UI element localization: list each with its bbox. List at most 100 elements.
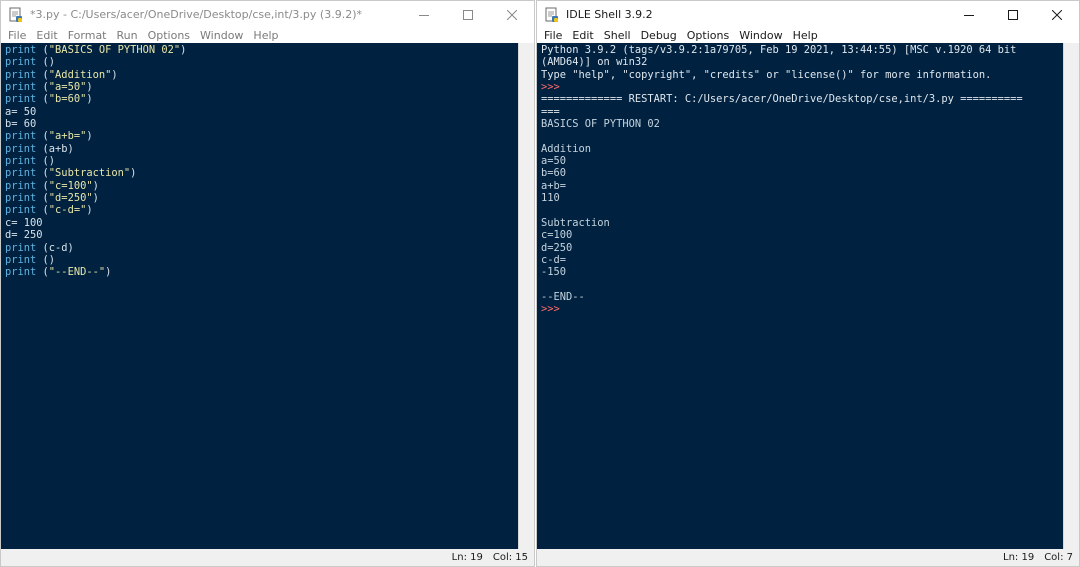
keyword-token: print	[5, 81, 37, 94]
menu-run[interactable]: Run	[112, 29, 143, 42]
shell-line: Addition	[541, 142, 592, 155]
keyword-token: print	[5, 192, 37, 205]
string-token: "d=250"	[48, 192, 93, 205]
string-token: "Subtraction"	[48, 167, 131, 180]
code-token: a= 50	[5, 105, 37, 118]
string-token: "a=50"	[48, 81, 87, 94]
code-line: print ()	[5, 56, 518, 68]
minimize-icon	[964, 14, 974, 16]
window-title: IDLE Shell 3.9.2	[566, 8, 653, 21]
code-token: )	[86, 130, 93, 143]
code-token: )	[92, 192, 99, 205]
code-token: (	[36, 266, 49, 279]
maximize-icon	[1008, 9, 1018, 20]
keyword-token: print	[5, 167, 37, 180]
vertical-scrollbar[interactable]	[1063, 43, 1079, 549]
menu-file[interactable]: File	[3, 29, 31, 42]
code-token: (	[36, 167, 49, 180]
code-token: d= 250	[5, 229, 43, 242]
code-token: (	[36, 68, 49, 81]
window-controls	[402, 1, 534, 28]
menu-edit[interactable]: Edit	[567, 29, 598, 42]
code-line: a= 50	[5, 106, 518, 118]
code-line: print ("b=60")	[5, 93, 518, 105]
shell-line: BASICS OF PYTHON 02	[541, 118, 660, 131]
code-line: print ("d=250")	[5, 192, 518, 204]
close-button[interactable]	[490, 1, 534, 28]
maximize-button[interactable]	[446, 1, 490, 28]
code-line: print ("a+b=")	[5, 130, 518, 142]
menu-debug[interactable]: Debug	[636, 29, 682, 42]
code-line: print ("Addition")	[5, 69, 518, 81]
code-line: print ("BASICS OF PYTHON 02")	[5, 44, 518, 56]
code-line: print ("c=100")	[5, 180, 518, 192]
window-controls	[947, 1, 1079, 28]
menu-help[interactable]: Help	[788, 29, 823, 42]
code-line: print (c-d)	[5, 242, 518, 254]
code-editor-area[interactable]: print ("BASICS OF PYTHON 02") print () pri…	[1, 43, 534, 549]
shell-line: --END--	[541, 290, 585, 303]
editor-titlebar[interactable]: *3.py - C:/Users/acer/OneDrive/Desktop/c…	[1, 1, 534, 28]
menu-file[interactable]: File	[539, 29, 567, 42]
maximize-button[interactable]	[991, 1, 1035, 28]
menu-help[interactable]: Help	[248, 29, 283, 42]
menu-format[interactable]: Format	[63, 29, 112, 42]
shell-line: ===	[541, 105, 560, 118]
code-token: )	[105, 266, 112, 279]
vertical-scrollbar[interactable]	[518, 43, 534, 549]
menu-window[interactable]: Window	[195, 29, 248, 42]
shell-output-area[interactable]: Python 3.9.2 (tags/v3.9.2:1a79705, Feb 1…	[537, 43, 1079, 549]
keyword-token: print	[5, 253, 37, 266]
code-line: c= 100	[5, 217, 518, 229]
code-token: (c-d)	[36, 241, 74, 254]
string-token: "a+b="	[48, 130, 87, 143]
shell-line: 110	[541, 192, 560, 205]
code-token: c= 100	[5, 216, 43, 229]
code-token: ()	[36, 253, 56, 266]
menu-shell[interactable]: Shell	[599, 29, 636, 42]
keyword-token: print	[5, 266, 37, 279]
code-token: )	[130, 167, 137, 180]
keyword-token: print	[5, 204, 37, 217]
string-token: "c=100"	[48, 179, 93, 192]
shell-titlebar[interactable]: IDLE Shell 3.9.2	[537, 1, 1079, 28]
code-token: )	[86, 81, 93, 94]
keyword-token: print	[5, 179, 37, 192]
keyword-token: print	[5, 93, 37, 106]
column-number: Col: 15	[492, 552, 528, 563]
keyword-token: print	[5, 155, 37, 168]
menu-options[interactable]: Options	[682, 29, 734, 42]
code-token: (	[36, 93, 49, 106]
minimize-button[interactable]	[947, 1, 991, 28]
minimize-icon	[419, 14, 429, 16]
keyword-token: print	[5, 130, 37, 143]
close-icon	[507, 9, 517, 20]
shell-line: (AMD64)] on win32	[541, 56, 648, 69]
minimize-button[interactable]	[402, 1, 446, 28]
code-text[interactable]: print ("BASICS OF PYTHON 02") print () pri…	[5, 44, 518, 549]
code-token: (	[36, 81, 49, 94]
menu-edit[interactable]: Edit	[31, 29, 62, 42]
shell-line: -150	[541, 266, 567, 279]
shell-text[interactable]: Python 3.9.2 (tags/v3.9.2:1a79705, Feb 1…	[541, 44, 1063, 549]
window-title: *3.py - C:/Users/acer/OneDrive/Desktop/c…	[30, 8, 362, 21]
keyword-token: print	[5, 241, 37, 254]
code-token: ()	[36, 56, 56, 69]
close-button[interactable]	[1035, 1, 1079, 28]
code-line: b= 60	[5, 118, 518, 130]
string-token: "BASICS OF PYTHON 02"	[48, 44, 181, 56]
code-token: )	[92, 179, 99, 192]
editor-statusbar: Ln: 19 Col: 15	[1, 549, 534, 566]
editor-menubar: File Edit Format Run Options Window Help	[1, 28, 534, 43]
menu-window[interactable]: Window	[734, 29, 787, 42]
code-token: )	[111, 68, 118, 81]
keyword-token: print	[5, 142, 37, 155]
menu-options[interactable]: Options	[143, 29, 195, 42]
string-token: "Addition"	[48, 68, 112, 81]
string-token: "c-d="	[48, 204, 87, 217]
shell-line: Type "help", "copyright", "credits" or "…	[541, 68, 992, 81]
shell-line: b=60	[541, 167, 567, 180]
